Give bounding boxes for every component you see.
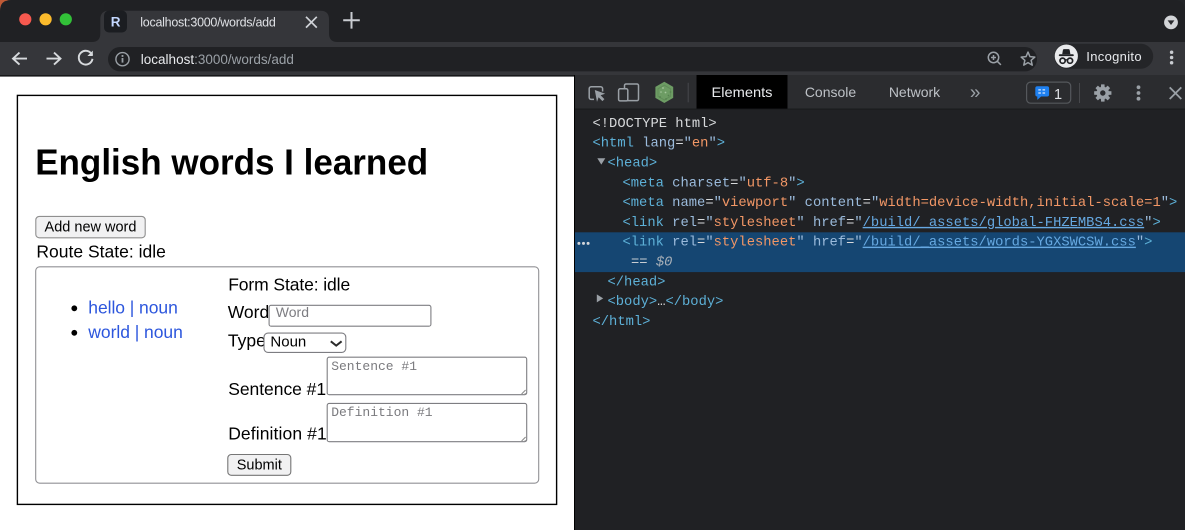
svg-text:<link rel="stylesheet" href="/: <link rel="stylesheet" href="/build/_ass… <box>623 215 1161 231</box>
svg-text:Word: Word <box>276 304 309 320</box>
svg-text:Definition #1: Definition #1 <box>228 424 327 444</box>
svg-text:localhost:3000/words/add: localhost:3000/words/add <box>141 52 294 67</box>
svg-text:world | noun: world | noun <box>87 322 183 342</box>
svg-text:»: » <box>970 83 981 104</box>
svg-text:Route State: idle: Route State: idle <box>36 241 166 261</box>
svg-text:Console: Console <box>805 84 857 100</box>
svg-text:<!DOCTYPE html>: <!DOCTYPE html> <box>593 116 717 132</box>
svg-text:Noun: Noun <box>270 334 306 351</box>
svg-text:Network: Network <box>889 84 941 100</box>
svg-text:Submit: Submit <box>237 458 282 474</box>
svg-text:<meta charset="utf-8">: <meta charset="utf-8"> <box>623 175 805 191</box>
svg-text:1: 1 <box>1054 87 1062 103</box>
svg-text:R: R <box>111 14 121 29</box>
svg-text:hello | noun: hello | noun <box>88 298 178 318</box>
svg-text:<meta name="viewport" content=: <meta name="viewport" content="width=dev… <box>623 195 1178 211</box>
svg-text:Incognito: Incognito <box>1086 49 1141 64</box>
svg-text:</head>: </head> <box>608 274 666 290</box>
svg-text:== $0: == $0 <box>631 255 672 271</box>
svg-text:Sentence #1: Sentence #1 <box>331 359 417 374</box>
svg-text:Sentence #1: Sentence #1 <box>228 379 326 399</box>
svg-text:Add new word: Add new word <box>45 220 137 236</box>
svg-text:Form State: idle: Form State: idle <box>228 275 350 295</box>
svg-text:</html>: </html> <box>593 314 651 330</box>
svg-text:localhost:3000/words/add: localhost:3000/words/add <box>140 15 276 29</box>
svg-text:Word: Word <box>228 302 270 322</box>
svg-text:Definition #1: Definition #1 <box>331 405 433 420</box>
svg-text:<head>: <head> <box>608 156 658 172</box>
svg-text:<html lang="en">: <html lang="en"> <box>593 136 726 152</box>
svg-text:Type: Type <box>228 330 266 350</box>
svg-text:<link rel="stylesheet" href="/: <link rel="stylesheet" href="/build/_ass… <box>623 235 1153 251</box>
svg-text:English words I learned: English words I learned <box>35 142 428 183</box>
svg-text:<body>…</body>: <body>…</body> <box>608 294 724 310</box>
svg-text:Elements: Elements <box>712 84 773 100</box>
